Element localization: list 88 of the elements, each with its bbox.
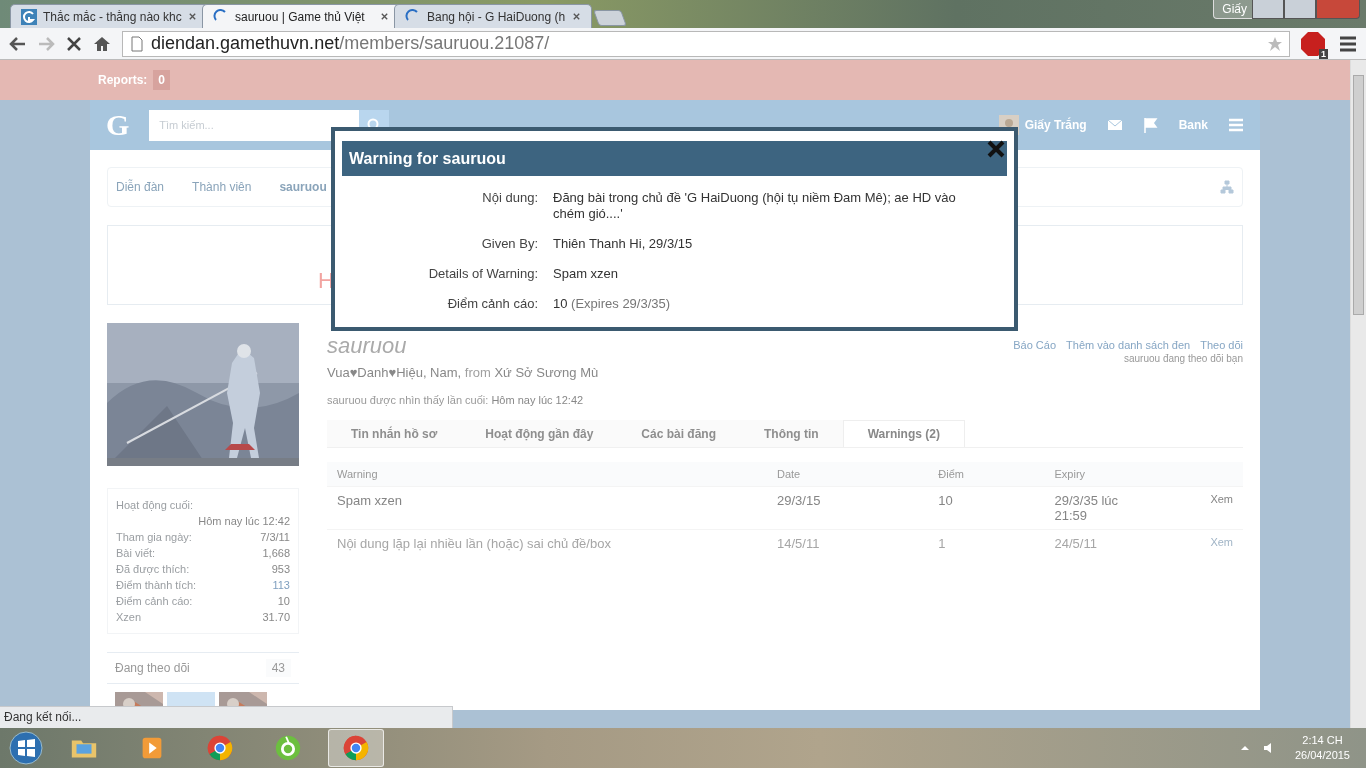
stat-label: Điểm thành tích: [116, 578, 197, 593]
profile-tab[interactable]: Thông tin [740, 420, 843, 447]
maximize-button[interactable] [1284, 0, 1316, 19]
profile-tab[interactable]: Hoạt động gần đây [461, 420, 618, 447]
breadcrumb-link[interactable]: sauruou [279, 180, 327, 194]
field-value: Thiên Thanh Hi, 29/3/15 [553, 236, 693, 251]
field-value: Đăng bài trong chủ đề 'G HaiDuong (hội tụ niềm Đam Mê); ae HD vào chém gió....' [553, 190, 956, 221]
stat-value: 953 [271, 562, 290, 577]
stat-label: Tham gia ngày: [116, 530, 192, 545]
browser-tab[interactable]: Bang hội - G HaiDuong (h [394, 4, 592, 28]
column-header: Warning [327, 462, 767, 487]
table-cell: 14/5/11 [767, 529, 929, 557]
chrome-icon [341, 733, 371, 763]
user-name[interactable]: Giấy Trắng [1024, 118, 1087, 132]
new-tab-button[interactable] [593, 10, 627, 26]
address-bar[interactable]: diendan.gamethuvn.net/members/sauruou.21087/ [122, 30, 1290, 57]
profile-tab[interactable]: Các bài đăng [617, 420, 740, 447]
start-button-icon[interactable] [8, 730, 44, 766]
field-label: Nội dung: [481, 190, 538, 207]
site-logo[interactable]: G [106, 108, 130, 142]
table-cell: Spam xzen [327, 486, 767, 530]
column-header: Date [767, 462, 929, 487]
table-cell: 29/3/15 [767, 486, 929, 530]
stat-label: Điểm cảnh cáo: [116, 594, 193, 609]
minimize-button[interactable] [1252, 0, 1284, 19]
table-cell: Nội dung lặp lại nhiều lần (hoặc) sai chủ đề/box [327, 529, 767, 557]
from-label: from [464, 365, 492, 380]
stat-value: 10 [277, 594, 290, 609]
close-button[interactable] [986, 139, 1006, 159]
action-link[interactable]: Theo dõi [1200, 339, 1243, 351]
profile-tab[interactable]: Tin nhắn hồ sơ [327, 420, 462, 447]
clock-time[interactable]: 2:14 CH [1294, 733, 1350, 748]
user-location[interactable]: Xứ Sở Sương Mù [494, 365, 599, 380]
username: sauruou [327, 333, 408, 359]
field-label: Given By: [480, 236, 538, 252]
adblock-button[interactable]: 1 [1300, 30, 1326, 57]
close-icon[interactable] [380, 12, 389, 21]
expiry-note: (Expires 29/3/35) [571, 296, 671, 311]
action-link[interactable]: Thêm vào danh sách đen [1066, 339, 1191, 351]
field-value: 10 [553, 296, 568, 311]
chrome-icon [205, 733, 235, 763]
table-cell: 24/5/11 [1044, 529, 1135, 557]
view-link[interactable]: Xem [1210, 493, 1233, 505]
stat-link[interactable]: 113 [272, 577, 290, 593]
follows-you-note: sauruou đang theo dõi bạn [1123, 353, 1243, 364]
star-icon[interactable] [1267, 35, 1283, 52]
taskbar-button[interactable] [328, 729, 384, 767]
stop-sign-icon [1300, 30, 1326, 57]
user-title: Vua♥Danh♥Hiệu, Nam, [327, 365, 463, 380]
field-value: Spam xzen [553, 266, 619, 281]
close-icon [986, 139, 1006, 159]
close-icon[interactable] [188, 12, 197, 21]
search-field[interactable]: Tìm kiếm... [149, 109, 360, 141]
stat-label: Đã được thích: [116, 562, 190, 577]
following-count: 43 [265, 659, 291, 677]
following-label[interactable]: Đang theo dõi [115, 661, 190, 675]
stat-label: Bài viết: [116, 546, 156, 561]
site-favicon-icon [21, 8, 37, 25]
view-link[interactable]: Xem [1210, 536, 1233, 548]
page-icon [129, 35, 145, 52]
browser-logo-icon [273, 733, 303, 763]
field-label: Details of Warning: [427, 266, 538, 282]
stat-value: 31.70 [262, 610, 290, 625]
clock-date[interactable]: 26/04/2015 [1294, 748, 1350, 763]
action-link[interactable]: Báo Cáo [1013, 339, 1057, 351]
stat-value: 7/3/11 [260, 530, 290, 545]
breadcrumb-link[interactable]: Thành viên [192, 180, 252, 194]
badge-count: 1 [1319, 48, 1328, 59]
table-cell: 29/3/35 lúc 21:59 [1044, 486, 1135, 530]
field-label: Điểm cảnh cáo: [446, 296, 538, 312]
column-header: Điểm [928, 462, 1045, 487]
bank-link[interactable]: Bank [1178, 118, 1208, 132]
last-seen-text: sauruou được nhìn thấy lần cuối: Hôm nay lúc 12:42 [327, 394, 585, 406]
stat-value: Hôm nay lúc 12:42 [197, 514, 290, 529]
reports-count[interactable]: 0 [153, 70, 171, 90]
stat-value: 1,668 [262, 546, 290, 561]
table-cell: 10 [928, 486, 1045, 530]
dialog-title: Warning for sauruou [342, 141, 1007, 176]
breadcrumb-link[interactable]: Diễn đàn [116, 180, 165, 194]
close-icon[interactable] [572, 12, 581, 21]
scrollbar[interactable] [1350, 60, 1366, 728]
profile-tab[interactable]: Warnings (2) [842, 420, 965, 447]
status-toast: Đang kết nối... [0, 706, 453, 728]
stat-label: Xzen [116, 610, 142, 625]
stat-label: Hoạt động cuối: [116, 498, 194, 513]
reports-label: Reports: [98, 73, 148, 87]
column-header: Expiry [1044, 462, 1135, 487]
table-cell: 1 [928, 529, 1045, 557]
